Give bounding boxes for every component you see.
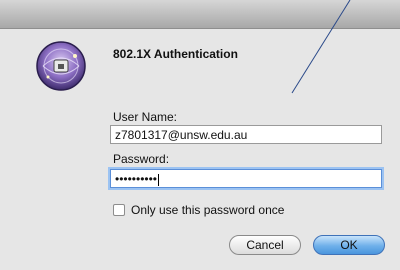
once-password-option[interactable]: Only use this password once: [113, 202, 284, 218]
dialog-title: 802.1X Authentication: [113, 47, 238, 61]
username-label: User Name:: [113, 110, 178, 124]
text-caret: [158, 173, 160, 186]
password-field[interactable]: ••••••••••: [110, 169, 382, 188]
once-password-checkbox[interactable]: [113, 204, 125, 216]
password-label: Password:: [113, 152, 170, 166]
once-password-label: Only use this password once: [131, 203, 285, 217]
window-titlebar[interactable]: [0, 0, 400, 29]
password-masked-value: ••••••••••: [115, 172, 158, 186]
username-value: z7801317@unsw.edu.au: [115, 128, 248, 142]
network-wireless-lock-icon: [35, 40, 87, 92]
ok-button[interactable]: OK: [313, 235, 385, 255]
cancel-button[interactable]: Cancel: [229, 235, 301, 255]
username-field[interactable]: z7801317@unsw.edu.au: [110, 125, 382, 144]
